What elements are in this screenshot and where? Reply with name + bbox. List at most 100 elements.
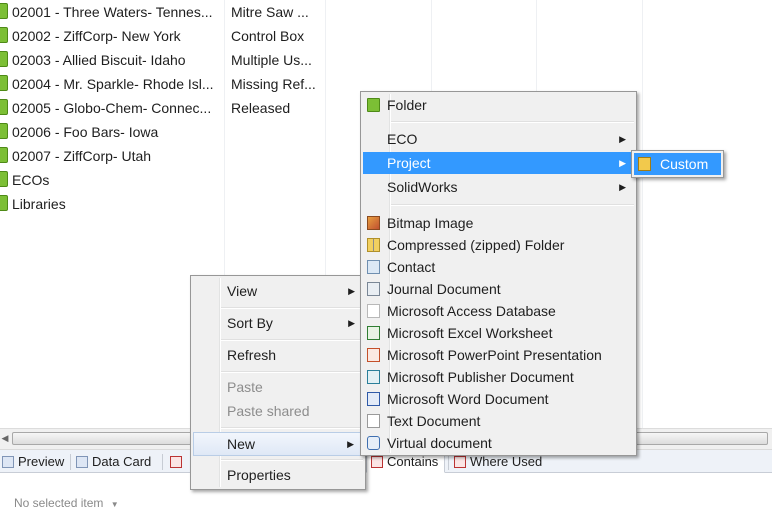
powerpoint-icon xyxy=(367,348,380,362)
folder-icon xyxy=(0,3,8,19)
bitmap-icon xyxy=(367,216,380,230)
virtual-document-icon xyxy=(367,436,380,450)
list-item[interactable]: 02003 - Allied Biscuit- Idaho Multiple U… xyxy=(0,48,772,72)
tab-preview[interactable]: Preview xyxy=(2,452,64,472)
folder-icon xyxy=(0,75,8,91)
menu-label: View xyxy=(227,283,258,299)
menu-label: Microsoft Excel Worksheet xyxy=(387,325,553,341)
menu-item-bitmap[interactable]: Bitmap Image xyxy=(363,212,634,234)
submenu-arrow-icon: ▶ xyxy=(348,286,355,296)
menu-separator xyxy=(221,339,363,341)
where-used-icon xyxy=(454,456,466,468)
menu-label: Refresh xyxy=(227,347,277,363)
tab-label: Preview xyxy=(18,454,65,469)
item-name: 02006 - Foo Bars- Iowa xyxy=(12,124,159,140)
scroll-left-arrow-icon[interactable]: ◀ xyxy=(0,432,10,445)
menu-label: Bitmap Image xyxy=(387,215,474,231)
selection-dropdown[interactable]: No selected item ▼ xyxy=(14,496,119,510)
menu-label: Sort By xyxy=(227,315,273,331)
menu-item-sort-by[interactable]: Sort By ▶ xyxy=(193,312,363,334)
preview-icon xyxy=(2,456,14,468)
menu-label: Microsoft Access Database xyxy=(387,303,556,319)
item-name: 02005 - Globo-Chem- Connec... xyxy=(12,100,212,116)
menu-separator xyxy=(221,459,363,461)
menu-item-folder[interactable]: Folder xyxy=(363,94,634,116)
zip-folder-icon xyxy=(367,238,380,252)
menu-label: Project xyxy=(387,155,431,171)
menu-separator xyxy=(391,121,634,123)
project-submenu: Custom xyxy=(631,150,724,178)
menu-label: Contact xyxy=(387,259,436,275)
menu-label: Microsoft PowerPoint Presentation xyxy=(387,347,602,363)
item-description: Control Box xyxy=(231,28,305,44)
menu-item-properties[interactable]: Properties xyxy=(193,464,363,486)
list-item[interactable]: 02002 - ZiffCorp- New York Control Box xyxy=(0,24,772,48)
menu-label: Properties xyxy=(227,467,291,483)
menu-separator xyxy=(391,204,634,206)
list-item[interactable]: 02001 - Three Waters- Tennes... Mitre Sa… xyxy=(0,0,772,24)
selection-status: No selected item xyxy=(14,496,104,510)
item-name: ECOs xyxy=(12,172,50,188)
menu-label: Compressed (zipped) Folder xyxy=(387,237,565,253)
bom-icon xyxy=(170,456,182,468)
menu-label: Paste xyxy=(227,379,263,395)
item-name: 02001 - Three Waters- Tennes... xyxy=(12,4,213,20)
excel-icon xyxy=(367,326,380,340)
menu-item-virtual[interactable]: Virtual document xyxy=(363,432,634,454)
menu-item-zip[interactable]: Compressed (zipped) Folder xyxy=(363,234,634,256)
folder-icon xyxy=(0,147,8,163)
tab-divider xyxy=(162,454,163,470)
folder-icon xyxy=(0,195,8,211)
folder-icon xyxy=(0,51,8,67)
menu-label: Folder xyxy=(387,97,427,113)
menu-item-custom[interactable]: Custom xyxy=(634,153,721,175)
menu-item-access[interactable]: Microsoft Access Database xyxy=(363,300,634,322)
menu-item-powerpoint[interactable]: Microsoft PowerPoint Presentation xyxy=(363,344,634,366)
menu-item-contact[interactable]: Contact xyxy=(363,256,634,278)
menu-item-text[interactable]: Text Document xyxy=(363,410,634,432)
menu-item-solidworks[interactable]: SolidWorks ▶ xyxy=(363,176,634,198)
menu-item-excel[interactable]: Microsoft Excel Worksheet xyxy=(363,322,634,344)
menu-item-project[interactable]: Project ▶ xyxy=(363,152,634,174)
folder-icon xyxy=(0,99,8,115)
item-name: 02007 - ZiffCorp- Utah xyxy=(12,148,152,164)
menu-label: Microsoft Word Document xyxy=(387,391,549,407)
tab-label: Where Used xyxy=(470,454,543,469)
context-menu: View ▶ Sort By ▶ Refresh Paste Paste sha… xyxy=(190,275,366,490)
chevron-down-icon: ▼ xyxy=(110,500,119,509)
menu-label: SolidWorks xyxy=(387,179,458,195)
menu-item-paste[interactable]: Paste xyxy=(193,376,363,398)
menu-label: Microsoft Publisher Document xyxy=(387,369,574,385)
new-submenu: Folder ECO ▶ Project ▶ SolidWorks ▶ Bitm… xyxy=(360,91,637,456)
menu-item-eco[interactable]: ECO ▶ xyxy=(363,128,634,150)
word-icon xyxy=(367,392,380,406)
tab-bill-of-materials[interactable] xyxy=(170,452,186,472)
menu-item-publisher[interactable]: Microsoft Publisher Document xyxy=(363,366,634,388)
menu-separator xyxy=(221,307,363,309)
tab-divider xyxy=(70,454,71,470)
folder-icon xyxy=(0,171,8,187)
menu-label: ECO xyxy=(387,131,418,147)
item-name: 02002 - ZiffCorp- New York xyxy=(12,28,181,44)
menu-item-paste-shared[interactable]: Paste shared xyxy=(193,400,363,422)
submenu-arrow-icon: ▶ xyxy=(619,182,626,192)
tab-label: Contains xyxy=(387,454,439,469)
menu-item-journal[interactable]: Journal Document xyxy=(363,278,634,300)
item-description: Missing Ref... xyxy=(231,76,316,92)
text-document-icon xyxy=(367,414,380,428)
tab-data-card[interactable]: Data Card xyxy=(76,452,151,472)
item-name: 02003 - Allied Biscuit- Idaho xyxy=(12,52,186,68)
publisher-icon xyxy=(367,370,380,384)
blank-document-icon xyxy=(367,304,380,318)
item-name: Libraries xyxy=(12,196,66,212)
menu-item-new[interactable]: New ▶ xyxy=(193,432,363,456)
submenu-arrow-icon: ▶ xyxy=(619,158,626,168)
item-description: Released xyxy=(231,100,291,116)
menu-item-refresh[interactable]: Refresh xyxy=(193,344,363,366)
menu-item-view[interactable]: View ▶ xyxy=(193,280,363,302)
contains-icon xyxy=(371,456,383,468)
folder-icon xyxy=(0,27,8,43)
submenu-arrow-icon: ▶ xyxy=(347,439,354,449)
menu-label: Text Document xyxy=(387,413,481,429)
menu-item-word[interactable]: Microsoft Word Document xyxy=(363,388,634,410)
